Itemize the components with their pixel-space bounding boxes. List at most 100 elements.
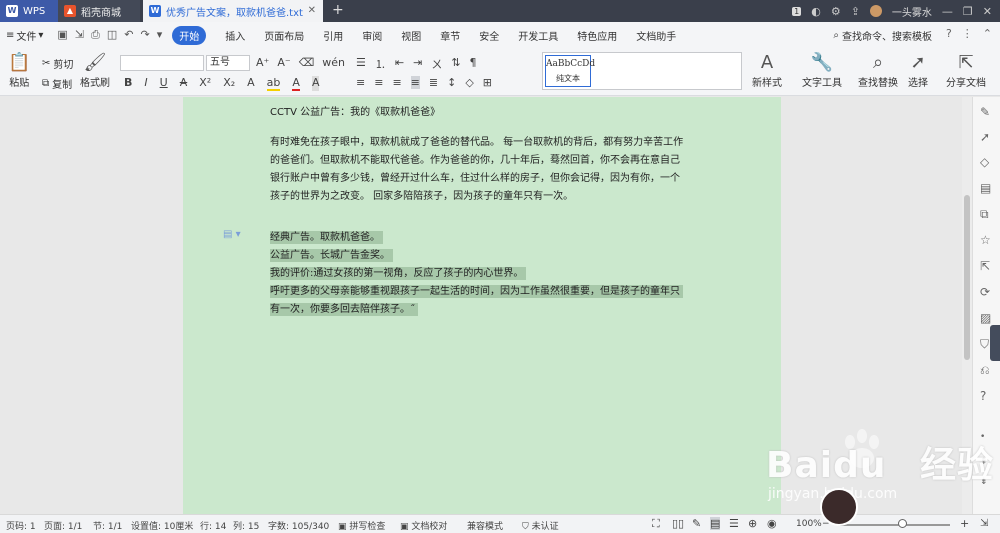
grow-font-icon[interactable]: A⁺ xyxy=(256,56,269,69)
shield-icon[interactable]: ⛉ xyxy=(980,337,989,352)
more-icon[interactable]: ⋮ xyxy=(962,27,973,40)
scrollbar-thumb[interactable] xyxy=(964,195,970,360)
status-word-count[interactable]: 字数: 105/340 xyxy=(268,519,329,532)
select-button[interactable]: ➚ 选择 xyxy=(908,54,928,90)
redo-icon[interactable]: ↷ xyxy=(140,28,149,42)
undo-icon[interactable]: ↶ xyxy=(124,28,133,42)
user-avatar[interactable] xyxy=(869,5,882,17)
clear-format-icon[interactable]: ⌫ xyxy=(299,56,315,69)
close-window-icon[interactable]: ✕ xyxy=(983,5,992,18)
char-shading-icon[interactable]: A xyxy=(311,76,320,91)
menu-review[interactable]: 审阅 xyxy=(362,28,382,43)
clipboard-icon[interactable]: ⧉ xyxy=(980,207,989,222)
menu-special-apps[interactable]: 特色应用 xyxy=(577,28,617,43)
image-icon[interactable]: ▨ xyxy=(980,311,991,325)
new-tab-icon[interactable]: + xyxy=(332,2,344,18)
select-arrow-icon[interactable]: ➚ xyxy=(980,130,990,144)
settings-icon[interactable]: ⚙ xyxy=(831,5,841,18)
spell-check-button[interactable]: ▣ 拼写检查 xyxy=(338,519,385,532)
zoom-slider[interactable] xyxy=(838,524,950,526)
borders-icon[interactable]: ⊞ xyxy=(483,76,492,89)
numbered-list-icon[interactable]: ⒈ xyxy=(375,56,386,72)
fullscreen-icon[interactable]: ⛶ xyxy=(652,517,660,531)
export-icon[interactable]: ⇲ xyxy=(75,28,84,42)
help-icon[interactable]: ? xyxy=(946,27,952,40)
menu-insert[interactable]: 插入 xyxy=(225,28,245,43)
tab-daoke-store[interactable]: ▲ 稻壳商城 xyxy=(58,0,140,22)
help-circle-icon[interactable]: ? xyxy=(980,389,986,403)
font-name-select[interactable] xyxy=(120,55,204,71)
outline-view-icon[interactable]: ☰ xyxy=(729,517,739,530)
maximize-icon[interactable]: ❐ xyxy=(963,5,973,18)
new-style-button[interactable]: A 新样式 xyxy=(752,54,782,90)
print-icon[interactable]: ⎙ xyxy=(91,28,100,42)
highlight-icon[interactable]: ab xyxy=(266,76,281,91)
copy-button[interactable]: ⧉ 复制 xyxy=(42,76,72,91)
command-search[interactable]: ⌕ 查找命令、搜索模板 xyxy=(833,28,932,43)
web-view-icon[interactable]: ⊕ xyxy=(748,517,757,530)
pen-icon[interactable]: ✎ xyxy=(980,105,990,119)
align-left-icon[interactable]: ≡ xyxy=(356,76,365,89)
auth-status[interactable]: ⛉ 未认证 xyxy=(522,519,559,532)
eye-protect-icon[interactable]: ◉ xyxy=(767,517,777,530)
menu-start[interactable]: 开始 xyxy=(172,25,207,45)
document-page[interactable]: CCTV 公益广告：我的《取款机爸爸》 有时难免在孩子眼中，取款机就成了爸爸的替… xyxy=(183,97,781,514)
format-painter-button[interactable]: 🖌 格式刷 xyxy=(80,54,110,90)
menu-dev-tools[interactable]: 开发工具 xyxy=(518,28,558,43)
page-view-icon[interactable]: ▤ xyxy=(710,517,721,530)
user-name[interactable]: 一头雾水 xyxy=(892,4,932,19)
zoom-level[interactable]: 100% xyxy=(796,519,822,529)
skin-icon[interactable]: ◐ xyxy=(811,5,821,18)
distribute-icon[interactable]: ≣ xyxy=(429,76,438,89)
share-doc-button[interactable]: ⇱ 分享文档 xyxy=(946,54,986,90)
subscript-icon[interactable]: X₂ xyxy=(223,76,235,91)
font-color-icon[interactable]: A xyxy=(292,76,300,91)
paste-button[interactable]: 📋 粘贴 xyxy=(8,54,30,90)
find-replace-button[interactable]: ⌕ 查找替换 xyxy=(858,54,898,90)
fit-window-icon[interactable]: ⇲ xyxy=(980,518,988,529)
customize-icon[interactable]: ▾ xyxy=(157,28,163,42)
sync-icon[interactable]: ⟳ xyxy=(980,285,990,299)
font-size-select[interactable]: 五号 xyxy=(206,55,250,71)
text-effect-icon[interactable]: A xyxy=(247,76,255,91)
collapse-ribbon-icon[interactable]: ⌃ xyxy=(983,27,992,40)
chinese-layout-icon[interactable]: ㄨ xyxy=(431,56,442,72)
file-menu[interactable]: ≡ 文件 ▾ xyxy=(6,28,43,43)
shrink-font-icon[interactable]: A⁻ xyxy=(277,56,290,69)
shapes-icon[interactable]: ◇ xyxy=(980,155,989,169)
decrease-indent-icon[interactable]: ⇤ xyxy=(395,56,404,72)
text-tools-button[interactable]: 🔧 文字工具 xyxy=(802,54,842,90)
superscript-icon[interactable]: X² xyxy=(199,76,211,91)
backup-icon[interactable]: ⎌ xyxy=(980,363,990,378)
menu-page-layout[interactable]: 页面布局 xyxy=(264,28,304,43)
bold-icon[interactable]: B xyxy=(124,76,132,91)
zoom-in-icon[interactable]: + xyxy=(960,517,969,530)
star-icon[interactable]: ☆ xyxy=(980,233,991,247)
menu-references[interactable]: 引用 xyxy=(323,28,343,43)
paragraph-handle-icon[interactable]: ▤ ▾ xyxy=(223,229,241,240)
zoom-slider-handle[interactable] xyxy=(898,519,907,528)
underline-icon[interactable]: U xyxy=(160,76,168,91)
share-icon[interactable]: ⇪ xyxy=(851,5,860,18)
show-marks-icon[interactable]: ¶ xyxy=(470,56,477,72)
bullet-list-icon[interactable]: ☰ xyxy=(356,56,366,72)
strikethrough-icon[interactable]: A xyxy=(180,76,188,91)
shading-icon[interactable]: ◇ xyxy=(465,76,473,89)
tab-document[interactable]: W 优秀广告文案，取款机爸爸.txt ✕ xyxy=(143,0,323,22)
increase-indent-icon[interactable]: ⇥ xyxy=(413,56,422,72)
line-spacing-icon[interactable]: ↕ xyxy=(447,76,456,89)
cut-button[interactable]: ✂ 剪切 xyxy=(42,56,73,71)
sort-icon[interactable]: ⇅ xyxy=(451,56,460,72)
justify-icon[interactable]: ≡ xyxy=(410,76,420,89)
align-center-icon[interactable]: ≡ xyxy=(374,76,383,89)
italic-icon[interactable]: I xyxy=(144,76,147,91)
menu-security[interactable]: 安全 xyxy=(479,28,499,43)
close-tab-icon[interactable]: ✕ xyxy=(308,5,316,16)
write-mode-icon[interactable]: ✎ xyxy=(692,517,701,530)
phonetic-icon[interactable]: wén xyxy=(322,56,345,69)
print-preview-icon[interactable]: ◫ xyxy=(107,28,117,42)
align-right-icon[interactable]: ≡ xyxy=(392,76,401,89)
minimize-icon[interactable]: — xyxy=(942,5,953,18)
doc-proof-button[interactable]: ▣ 文档校对 xyxy=(400,519,447,532)
menu-chapter[interactable]: 章节 xyxy=(440,28,460,43)
